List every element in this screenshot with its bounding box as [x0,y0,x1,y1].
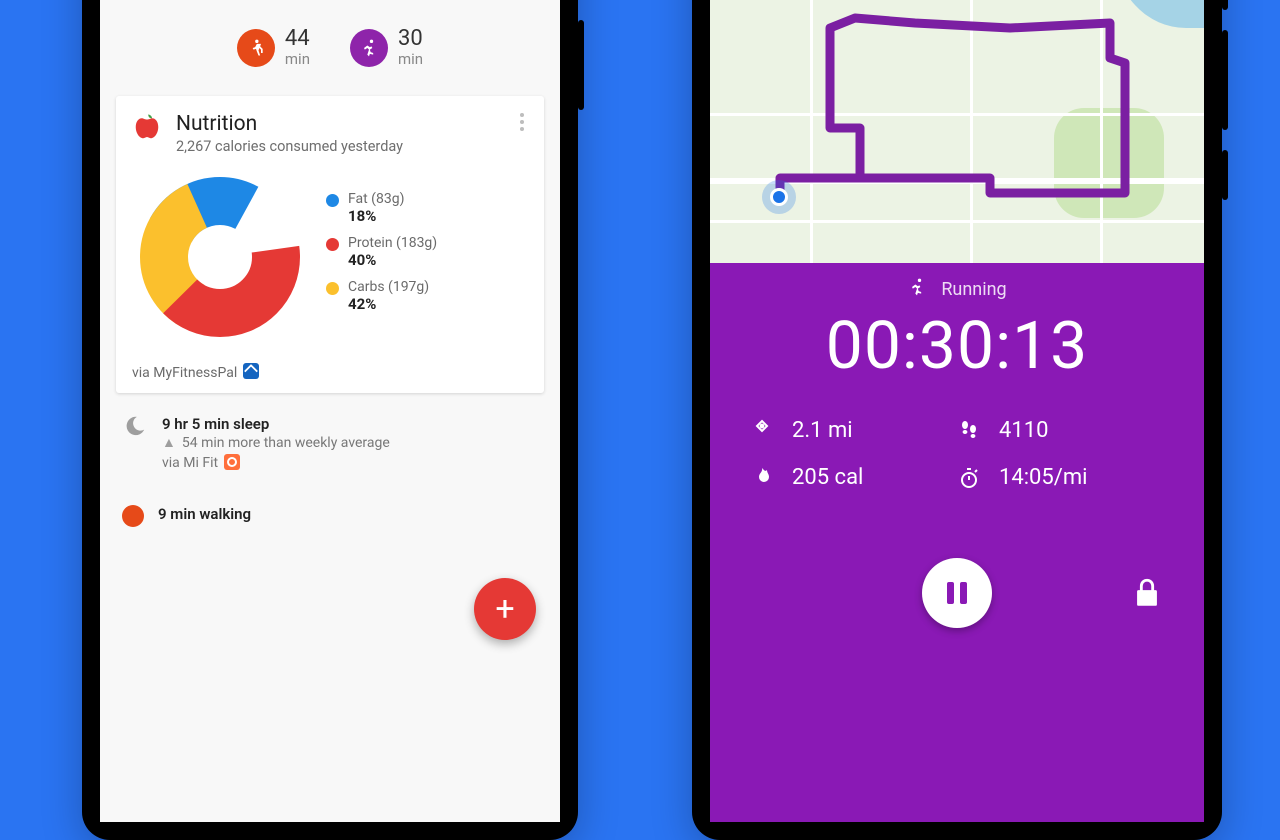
sleep-via-label: via Mi Fit [162,455,218,471]
sleep-delta: 54 min more than weekly average [182,435,390,451]
activity-timeline: 9 hr 5 min sleep ▲ 54 min more than week… [100,401,560,527]
distance-stat: 2.1 mi [750,418,957,443]
lock-button[interactable] [1130,576,1164,610]
steps-value: 4110 [999,418,1048,443]
nutrition-via-label: via MyFitnessPal [132,365,237,381]
arrow-up-icon: ▲ [162,435,176,452]
current-location-icon [770,188,788,206]
nutrition-donut-chart [136,173,304,341]
pause-button[interactable] [922,558,992,628]
timeline-walking[interactable]: 9 min walking [122,505,538,527]
legend-fat: Fat (83g) 18% [326,191,528,225]
activity-label: Running [941,279,1006,300]
mifit-icon [224,454,240,470]
running-summary[interactable]: 30 min [350,28,423,68]
nutrition-source: via MyFitnessPal [132,355,528,383]
phone-side-button [1222,150,1228,200]
activity-summary-row: 44 min 30 min [100,18,560,86]
steps-icon [957,419,981,443]
walking-minutes: 44 [285,28,310,50]
legend-dot-icon [326,282,339,295]
walking-summary[interactable]: 44 min [237,28,310,68]
tracker-controls [710,558,1204,628]
legend-protein-value: 40% [348,251,437,269]
pause-icon [947,582,967,604]
card-menu-button[interactable] [510,110,534,134]
calories-value: 205 cal [792,465,863,490]
walking-icon [237,29,275,67]
sleep-title: 9 hr 5 min sleep [162,415,390,433]
nutrition-title: Nutrition [176,112,403,136]
myfitnesspal-icon [243,363,259,379]
running-icon [350,29,388,67]
running-icon [907,277,927,302]
stopwatch-icon [957,466,981,490]
flame-icon [750,466,774,490]
distance-icon [750,419,774,443]
run-stats: 2.1 mi 4110 205 cal 14:05/mi [710,418,1204,512]
fitness-summary-phone: 44 min 30 min N [82,0,578,840]
tracker-header: Running 00:30:13 [710,263,1204,385]
distance-value: 2.1 mi [792,418,853,443]
steps-stat: 4110 [957,418,1164,443]
route-path [710,0,1204,263]
running-minutes: 30 [398,28,423,50]
legend-dot-icon [326,238,339,251]
apple-icon [132,112,162,146]
lock-icon [1130,576,1164,610]
fitness-summary-screen: 44 min 30 min N [100,0,560,822]
nutrition-legend: Fat (83g) 18% Protein (183g) 40% [326,191,528,323]
walking-unit: min [285,50,310,68]
legend-fat-value: 18% [348,207,404,225]
legend-carbs: Carbs (197g) 42% [326,279,528,313]
phone-side-button [1222,0,1228,10]
add-activity-fab[interactable]: + [474,578,536,640]
route-map[interactable] [710,0,1204,263]
legend-carbs-value: 42% [348,295,429,313]
nutrition-subtitle: 2,267 calories consumed yesterday [176,138,403,155]
walking-dot-icon [122,505,144,527]
nutrition-card[interactable]: Nutrition 2,267 calories consumed yester… [116,96,544,393]
legend-carbs-label: Carbs (197g) [348,279,429,295]
legend-protein-label: Protein (183g) [348,235,437,251]
legend-dot-icon [326,194,339,207]
moon-icon [122,415,148,442]
pace-value: 14:05/mi [999,465,1088,490]
running-tracker-phone: Running 00:30:13 2.1 mi 4110 205 cal [692,0,1222,840]
legend-protein: Protein (183g) 40% [326,235,528,269]
phone-side-button [1222,30,1228,130]
phone-side-button [578,20,584,110]
pace-stat: 14:05/mi [957,465,1164,490]
running-unit: min [398,50,423,68]
timeline-sleep[interactable]: 9 hr 5 min sleep ▲ 54 min more than week… [122,415,538,471]
walking-title: 9 min walking [158,505,251,523]
calories-stat: 205 cal [750,465,957,490]
elapsed-timer: 00:30:13 [710,308,1204,385]
plus-icon: + [495,592,514,626]
legend-fat-label: Fat (83g) [348,191,404,207]
running-tracker-screen: Running 00:30:13 2.1 mi 4110 205 cal [710,0,1204,822]
